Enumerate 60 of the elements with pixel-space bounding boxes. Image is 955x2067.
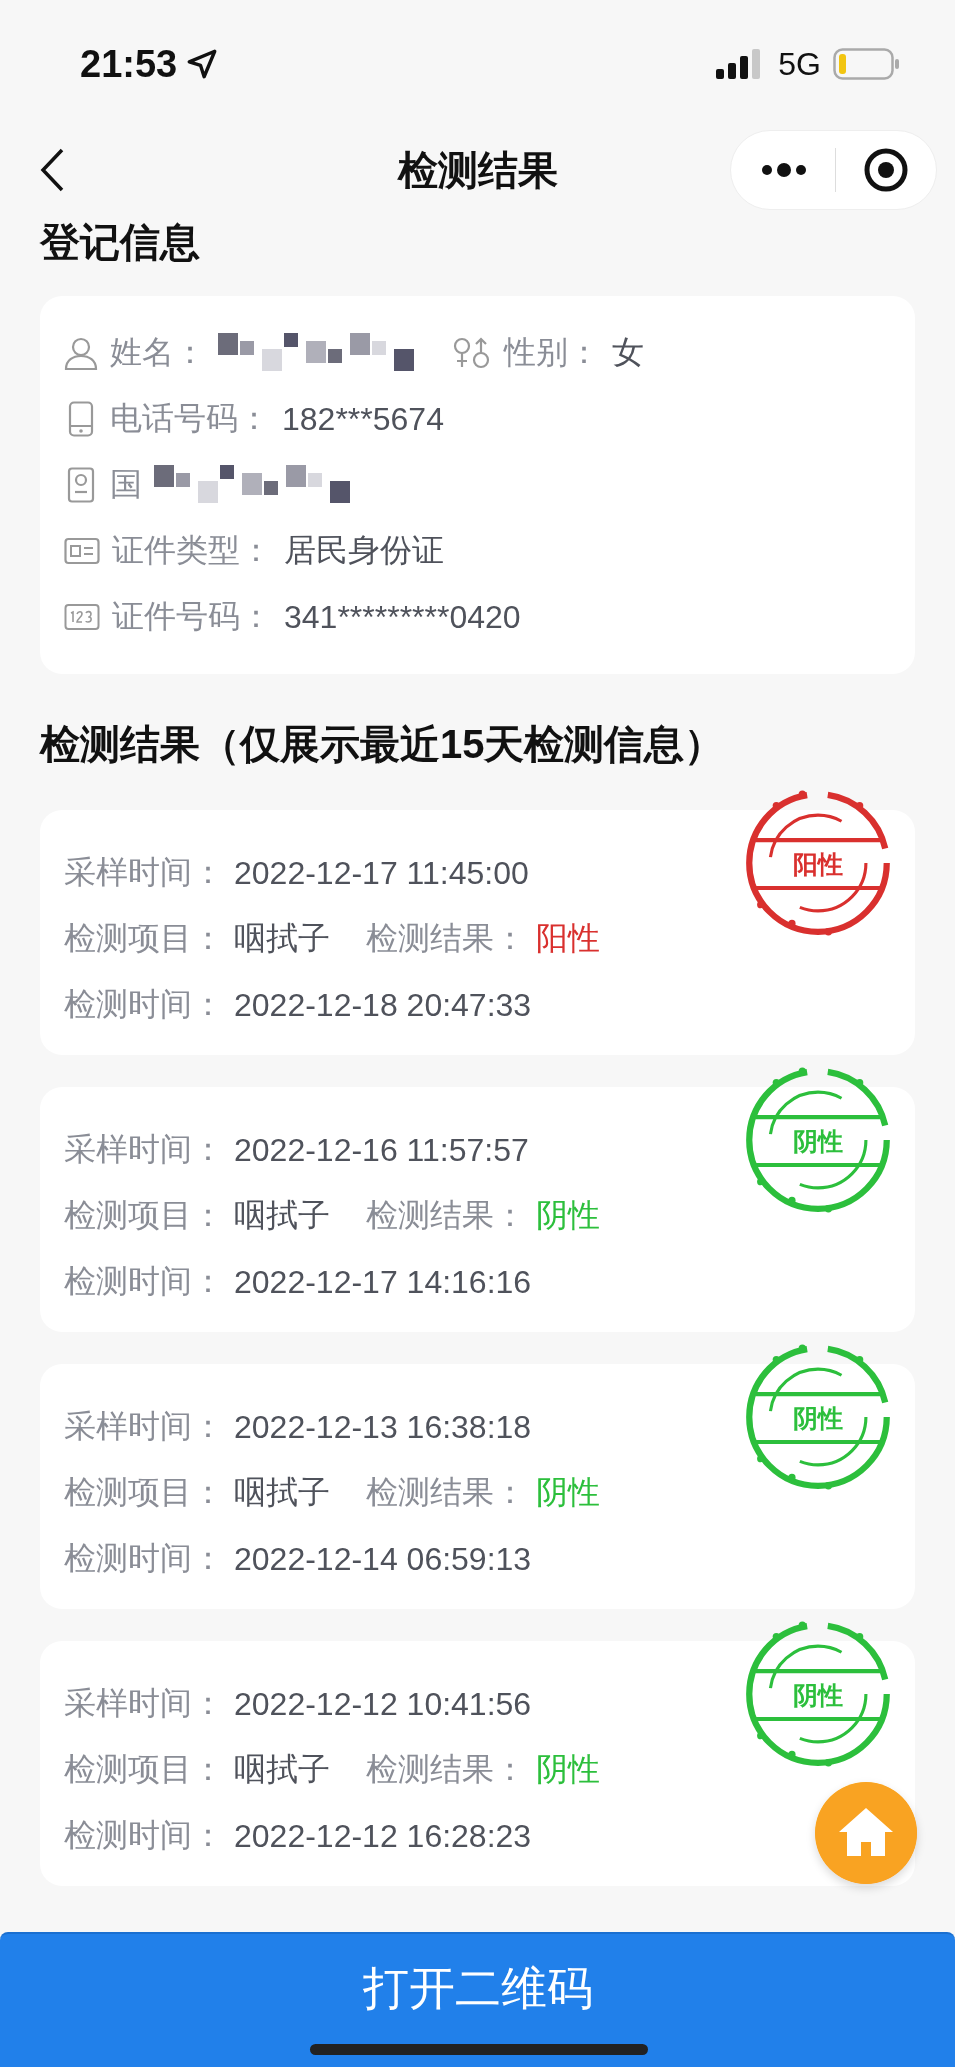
field-label: 采样时间：: [64, 853, 224, 892]
stamp-text: 阴性: [793, 1127, 843, 1156]
field-label: 检测结果：: [366, 1473, 526, 1512]
status-time: 21:53: [80, 42, 178, 86]
field-label: 检测项目：: [64, 1750, 224, 1789]
stamp-text: 阳性: [793, 850, 843, 879]
id-card-icon: [64, 537, 100, 565]
field-value: 咽拭子: [234, 919, 330, 958]
page-title: 检测结果: [397, 147, 558, 192]
field-value: 2022-12-12 10:41:56: [234, 1685, 532, 1723]
field-value: 2022-12-18 20:47:33: [234, 986, 532, 1024]
field-label: 检测结果：: [366, 1196, 526, 1235]
stamp-text: 阴性: [793, 1404, 843, 1433]
result-value: 阴性: [536, 1473, 600, 1512]
field-label: 采样时间：: [64, 1130, 224, 1169]
field-label: 电话号码：: [110, 399, 270, 438]
field-value: 182***5674: [282, 400, 444, 438]
person-icon: [64, 336, 98, 370]
field-value: 2022-12-12 16:28:23: [234, 1817, 532, 1855]
field-value: 咽拭子: [234, 1196, 330, 1235]
field-value: 2022-12-16 11:57:57: [234, 1131, 529, 1169]
field-value: 2022-12-14 06:59:13: [234, 1540, 532, 1578]
field-label: 检测结果：: [366, 919, 526, 958]
field-label: 采样时间：: [64, 1684, 224, 1723]
field-label: 检测项目：: [64, 919, 224, 958]
back-icon[interactable]: [40, 148, 64, 192]
field-label: 证件号码：: [112, 597, 272, 636]
field-label: 采样时间：: [64, 1407, 224, 1446]
field-value: 女: [612, 333, 644, 372]
field-label: 检测项目：: [64, 1196, 224, 1235]
open-qr-code-button[interactable]: 打开二维码: [0, 1932, 955, 2067]
field-label: 检测项目：: [64, 1473, 224, 1512]
field-value: 2022-12-13 16:38:18: [234, 1408, 532, 1446]
field-label: 检测时间：: [64, 1262, 224, 1301]
field-label: 性别：: [504, 333, 600, 372]
section-title: 检测结果（仅展示最近15天检测信息）: [40, 722, 725, 766]
field-value: 2022-12-17 11:45:00: [234, 854, 529, 892]
result-value: 阴性: [536, 1196, 600, 1235]
network-label: 5G: [778, 45, 821, 83]
field-value: 咽拭子: [234, 1750, 330, 1789]
field-value: 咽拭子: [234, 1473, 330, 1512]
field-value: 341*********0420: [284, 598, 521, 636]
field-label: 检测时间：: [64, 985, 224, 1024]
field-label: 检测结果：: [366, 1750, 526, 1789]
field-label: 国: [110, 465, 142, 504]
field-label: 检测时间：: [64, 1539, 224, 1578]
battery-icon: [833, 48, 899, 80]
result-value: 阳性: [536, 919, 600, 958]
more-icon[interactable]: [761, 162, 807, 178]
target-icon[interactable]: [864, 148, 908, 192]
gender-icon: [452, 336, 492, 370]
section-title: 登记信息: [40, 220, 200, 264]
field-label: 姓名：: [110, 333, 206, 372]
field-value: 居民身份证: [284, 531, 444, 570]
number-icon: [64, 603, 100, 631]
field-label: 证件类型：: [112, 531, 272, 570]
field-label: 检测时间：: [64, 1816, 224, 1855]
stamp-text: 阴性: [793, 1681, 843, 1710]
result-value: 阴性: [536, 1750, 600, 1789]
field-value: 2022-12-17 14:16:16: [234, 1263, 532, 1301]
